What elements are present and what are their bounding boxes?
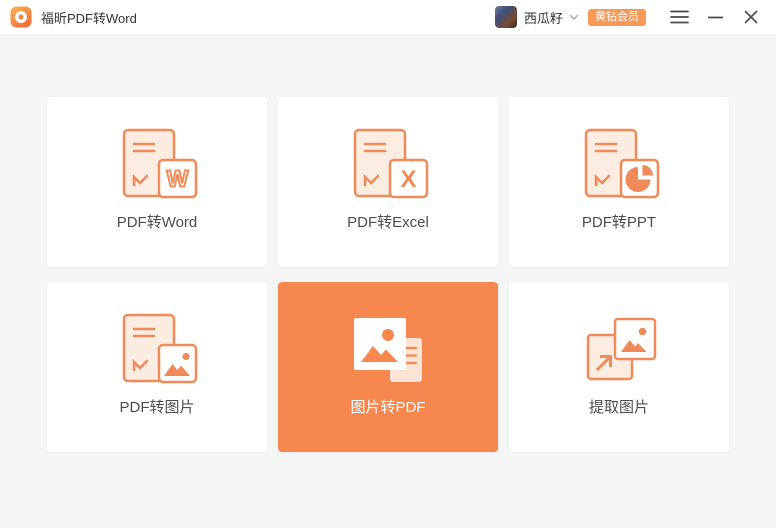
card-pdf-to-ppt[interactable]: PDF转PPT <box>509 97 729 267</box>
svg-text:W: W <box>167 166 189 192</box>
card-label: PDF转Excel <box>347 214 429 231</box>
card-label: PDF转图片 <box>119 399 195 416</box>
card-label: 图片转PDF <box>350 399 426 416</box>
window-controls <box>668 6 762 28</box>
image-to-pdf-icon <box>354 318 422 382</box>
card-pdf-to-image[interactable]: PDF转图片 <box>47 282 267 452</box>
membership-badge[interactable]: 黄钻会员 <box>588 8 646 26</box>
card-pdf-to-excel[interactable]: X PDF转Excel <box>278 97 498 267</box>
pdf-to-word-icon: W <box>122 128 198 199</box>
close-icon[interactable] <box>740 6 762 28</box>
pdf-to-image-icon <box>122 313 198 384</box>
card-label: 提取图片 <box>588 399 649 416</box>
app-logo-icon <box>10 6 32 28</box>
conversion-card-grid: W PDF转Word X PDF转Excel PDF转PPT PDF转图片 图片… <box>47 97 729 452</box>
card-image-to-pdf[interactable]: 图片转PDF <box>278 282 498 452</box>
chevron-down-icon[interactable] <box>569 14 579 21</box>
extract-image-icon <box>586 317 657 381</box>
card-extract-image[interactable]: 提取图片 <box>509 282 729 452</box>
card-label: PDF转PPT <box>581 214 657 231</box>
svg-text:X: X <box>400 166 416 193</box>
titlebar: 福昕PDF转Word 西瓜籽 黄钻会员 <box>0 0 776 34</box>
pdf-to-excel-icon: X <box>353 128 429 199</box>
minimize-icon[interactable] <box>704 6 726 28</box>
hamburger-menu-icon[interactable] <box>668 6 690 28</box>
user-name[interactable]: 西瓜籽 <box>524 8 563 27</box>
pdf-to-ppt-icon <box>584 128 660 199</box>
card-pdf-to-word[interactable]: W PDF转Word <box>47 97 267 267</box>
app-title: 福昕PDF转Word <box>41 10 137 26</box>
user-avatar[interactable] <box>494 6 517 28</box>
card-label: PDF转Word <box>116 214 198 231</box>
